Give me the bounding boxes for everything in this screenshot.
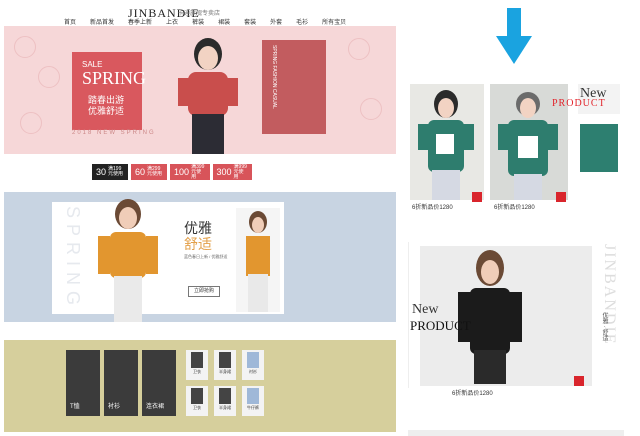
spring-side-text: SPRING FASHION CASUAL [271,45,277,109]
coupon-note: 满399元使用 [191,163,205,180]
coupon-row: 30 满199元使用 60 满299元使用 100 满399元使用 300 满999元使… [92,164,252,180]
product-label: PRODUCT [410,318,471,333]
thumb-label: 衬衫 [249,369,257,374]
green-fabric-thumb [580,124,618,172]
orange-bg-word: SPRING [63,206,83,312]
coupon[interactable]: 30 满199元使用 [92,164,129,180]
new-label: New [412,302,439,317]
product-thumb[interactable]: 半身裙 [214,386,236,416]
arrow-down-icon [496,8,532,64]
brand-subtitle: 卡迪旗舰专卖店 [178,11,221,17]
coupon-amount: 60 [135,167,146,177]
price-label: 6折新品价1280 [494,205,535,211]
black-model-photo [458,250,522,384]
coupon-note: 满299元使用 [147,166,163,177]
category-tile[interactable]: T恤 [66,350,100,416]
flower-decoration [38,66,60,88]
spring-caption: 2018 NEW SPRING [72,130,156,136]
coupon-amount: 100 [174,167,190,177]
spring-title: SPRING [82,68,147,88]
product-label: PRODUCT [552,98,606,109]
shop-now-button[interactable]: 立即抢购 [188,286,220,297]
thumb-label: 半身裙 [219,405,231,410]
coupon-amount: 300 [216,167,232,177]
model-photo [178,38,238,154]
next-card-preview [408,430,624,436]
tile-label: 连衣裙 [146,404,165,410]
thumb-label: 牛仔裤 [247,405,259,410]
flower-decoration [20,112,42,134]
coupon[interactable]: 60 满299元使用 [131,164,168,180]
cn-line-1: 踏春出游 [88,95,125,105]
orange-desc: 蓝色春日上新 / 优雅舒适 [184,254,228,259]
category-grid: T恤 衬衫 连衣裙 卫衣 半身裙 衬衫 卫衣 半身裙 牛仔裤 [66,350,272,420]
coupon-amount: 30 [96,167,107,177]
flower-decoration [360,98,382,120]
buy-tag[interactable] [556,192,566,202]
product-thumb[interactable]: 牛仔裤 [242,386,264,416]
orange-title-2: 舒适 [184,236,212,252]
thumb-label: 卫衣 [193,369,201,374]
price-label: 6折新品价1280 [412,205,453,211]
coupon[interactable]: 100 满399元使用 [170,163,210,180]
coupon-note: 满199元使用 [108,166,124,177]
coupon-note: 满999元使用 [233,163,247,180]
card-tagline: 优雅 · 舒适 [601,312,607,342]
coupon[interactable]: 300 满999元使用 [212,163,252,180]
price-label: 6折新品价1280 [452,391,493,397]
green-model-photo-1 [410,84,484,200]
category-tile[interactable]: 衬衫 [104,350,138,416]
product-thumb[interactable]: 衬衫 [242,350,264,380]
thumb-label: 半身裙 [219,369,231,374]
tile-label: 衬衫 [108,404,121,410]
product-thumb[interactable]: 卫衣 [186,350,208,380]
orange-model-photo-2 [236,208,280,312]
tile-label: T恤 [70,404,80,410]
spring-cn-title: 踏春出游 优雅舒适 [88,95,124,117]
cn-line-2: 优雅舒适 [88,106,125,116]
orange-model-photo [98,199,158,322]
product-thumb[interactable]: 半身裙 [214,350,236,380]
flower-decoration [14,36,36,58]
category-tile[interactable]: 连衣裙 [142,350,176,416]
product-thumb[interactable]: 卫衣 [186,386,208,416]
flower-decoration [348,38,370,60]
buy-tag[interactable] [472,192,482,202]
buy-tag[interactable] [574,376,584,386]
thumb-label: 卫衣 [193,405,201,410]
